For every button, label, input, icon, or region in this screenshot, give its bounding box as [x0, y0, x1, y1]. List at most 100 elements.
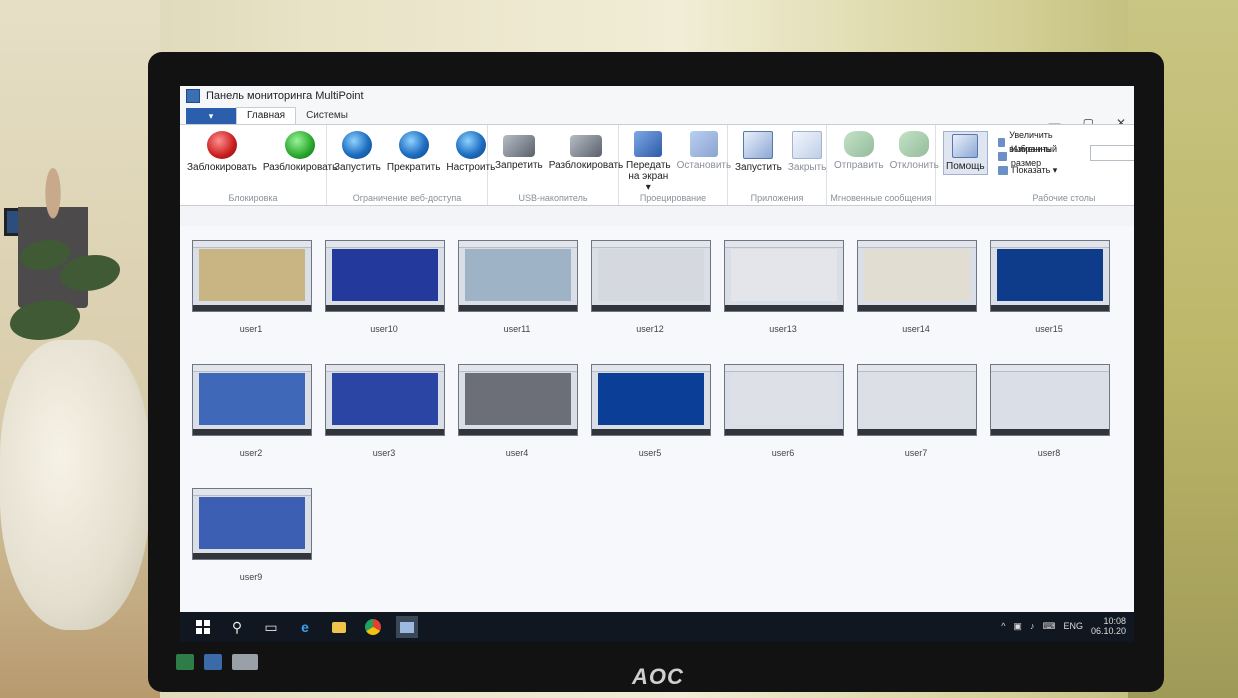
desktop-thumbnail[interactable] [591, 364, 711, 436]
usb-block-icon [502, 135, 535, 157]
thumbnail-content [199, 373, 305, 425]
group-web-access: Запустить Прекратить Настроить Ограничен… [327, 125, 495, 205]
message-send-button[interactable]: Отправить [834, 131, 884, 171]
desktop-thumbnail[interactable] [724, 240, 844, 312]
app-close-button[interactable]: Закрыть [788, 131, 826, 173]
tab-main[interactable]: Главная [236, 107, 297, 124]
thumbnail-taskbar [193, 553, 311, 559]
group-messages: Отправить Отклонить Мгновенные сообщения [827, 125, 939, 205]
sticker-icon [176, 654, 194, 670]
show-option[interactable]: Показать ▾ [998, 163, 1076, 177]
desktops-options: Увеличить выбранный Изменить размер Пока… [992, 130, 1082, 181]
network-icon[interactable]: ▣ [1013, 621, 1022, 632]
windows-icon[interactable] [192, 616, 214, 638]
group-label-messages: Мгновенные сообщения [830, 193, 932, 203]
clock[interactable]: 10:08 06.10.20 [1091, 616, 1126, 636]
keyboard-icon[interactable]: ⌨ [1042, 621, 1055, 632]
desktop-thumbnail[interactable] [458, 364, 578, 436]
tab-systems[interactable]: Системы [296, 108, 358, 124]
thumbnail-content [997, 373, 1103, 425]
message-reject-button[interactable]: Отклонить [890, 131, 939, 171]
project-to-screen-button[interactable]: Передать на экран ▾ [626, 131, 671, 193]
help-button[interactable]: Помощь [943, 131, 988, 175]
app-start-button[interactable]: Запустить [735, 131, 782, 173]
desktop-thumbnail[interactable] [990, 240, 1110, 312]
thumbnails-area: user1 user10 user11 user12 user13 user14 user1… [180, 226, 1134, 612]
thumbnail-taskbar [991, 429, 1109, 435]
thumbnail-username: user4 [505, 448, 529, 458]
resize-option[interactable]: Изменить размер [998, 144, 1076, 168]
group-lock: Заблокировать Разблокировать Блокировка [180, 125, 337, 205]
usb-unlock-button[interactable]: Разблокировать [549, 131, 623, 171]
window-titlebar: Панель мониторинга MultiPoint [180, 86, 1134, 106]
resize-icon [998, 151, 1007, 161]
desktop-thumbnail[interactable] [857, 240, 977, 312]
thumbnail-username: user13 [769, 324, 797, 334]
group-label-apps: Приложения [750, 193, 804, 203]
desktop-thumbnail[interactable] [192, 488, 312, 560]
thumbnail-taskbar [725, 429, 843, 435]
group-label-lock: Блокировка [228, 193, 278, 203]
web-start-button[interactable]: Запустить [334, 131, 381, 173]
lock-button[interactable]: Заблокировать [187, 131, 257, 173]
app-run-icon [743, 131, 774, 159]
thumbnail-taskbar [991, 305, 1109, 311]
thumbnail-toolbar [193, 241, 311, 248]
projector-stop-icon [689, 131, 718, 157]
thumbnail-username: user9 [239, 572, 263, 582]
thumbnail-toolbar [193, 365, 311, 372]
desktop-thumbnail[interactable] [325, 240, 445, 312]
explorer-icon[interactable] [328, 616, 350, 638]
thumbnail-toolbar [326, 365, 444, 372]
desktop-thumbnail[interactable] [724, 364, 844, 436]
desktop-thumbnail[interactable] [325, 364, 445, 436]
group-apps: Запустить Закрыть Приложения [728, 125, 827, 205]
desktop-search-input[interactable] [1090, 145, 1134, 161]
desktop-thumbnail[interactable] [458, 240, 578, 312]
thumbnail-username: user10 [370, 324, 398, 334]
web-stop-button[interactable]: Прекратить [387, 131, 440, 173]
file-menu-button[interactable]: ▾ [186, 108, 236, 124]
thumbnail-content [199, 249, 305, 301]
cursor-icon [952, 134, 979, 158]
thumbnail-taskbar [592, 429, 710, 435]
thumbnail-username: user11 [503, 324, 531, 334]
ribbon-tabs: ▾ Главная Системы [180, 106, 1134, 124]
chrome-icon[interactable] [362, 616, 384, 638]
thumbnail-username: user3 [372, 448, 396, 458]
edge-icon[interactable]: e [294, 616, 316, 638]
usb-block-button[interactable]: Запретить [495, 131, 543, 171]
tray-chevron-icon[interactable]: ^ [1001, 621, 1005, 631]
message-send-icon [843, 131, 874, 157]
thumbnail-username: user2 [239, 448, 263, 458]
thumbnail-toolbar [991, 365, 1109, 372]
search-icon[interactable]: ⚲ [226, 616, 248, 638]
multipoint-app-icon [186, 89, 200, 103]
thumbnail-taskbar [326, 305, 444, 311]
monitor-icon [998, 165, 1008, 175]
screen: Панель мониторинга MultiPoint — ▢ ✕ ▾ Гл… [180, 86, 1134, 642]
thumbnail-username: user6 [771, 448, 795, 458]
desktop-thumbnail[interactable] [192, 240, 312, 312]
input-language[interactable]: ENG [1063, 621, 1083, 631]
thumbnail-toolbar [725, 365, 843, 372]
globe-stop-icon [398, 131, 429, 159]
message-reject-icon [899, 131, 930, 157]
projection-stop-button[interactable]: Остановить [677, 131, 731, 171]
multipoint-icon[interactable] [396, 616, 418, 638]
thumbnail-taskbar [858, 305, 976, 311]
system-tray: ^ ▣ ♪ ⌨ ENG 10:08 06.10.20 [1001, 616, 1126, 636]
desktop-thumbnail[interactable] [990, 364, 1110, 436]
desktop-thumbnail[interactable] [192, 364, 312, 436]
desktop-thumbnail[interactable] [591, 240, 711, 312]
thumbnail-username: user12 [636, 324, 664, 334]
volume-icon[interactable]: ♪ [1030, 621, 1035, 631]
task-view-icon[interactable]: ▭ [260, 616, 282, 638]
desktop-thumbnail[interactable] [857, 364, 977, 436]
windows-taskbar: ⚲ ▭ e ^ ▣ ♪ ⌨ ENG 10:08 06.10.20 [180, 612, 1134, 642]
thumbnail-toolbar [725, 241, 843, 248]
thumbnail-content [598, 249, 704, 301]
thumbnail-taskbar [193, 305, 311, 311]
monitor-brand-logo: AOC [632, 664, 684, 689]
thumbnail-content [598, 373, 704, 425]
